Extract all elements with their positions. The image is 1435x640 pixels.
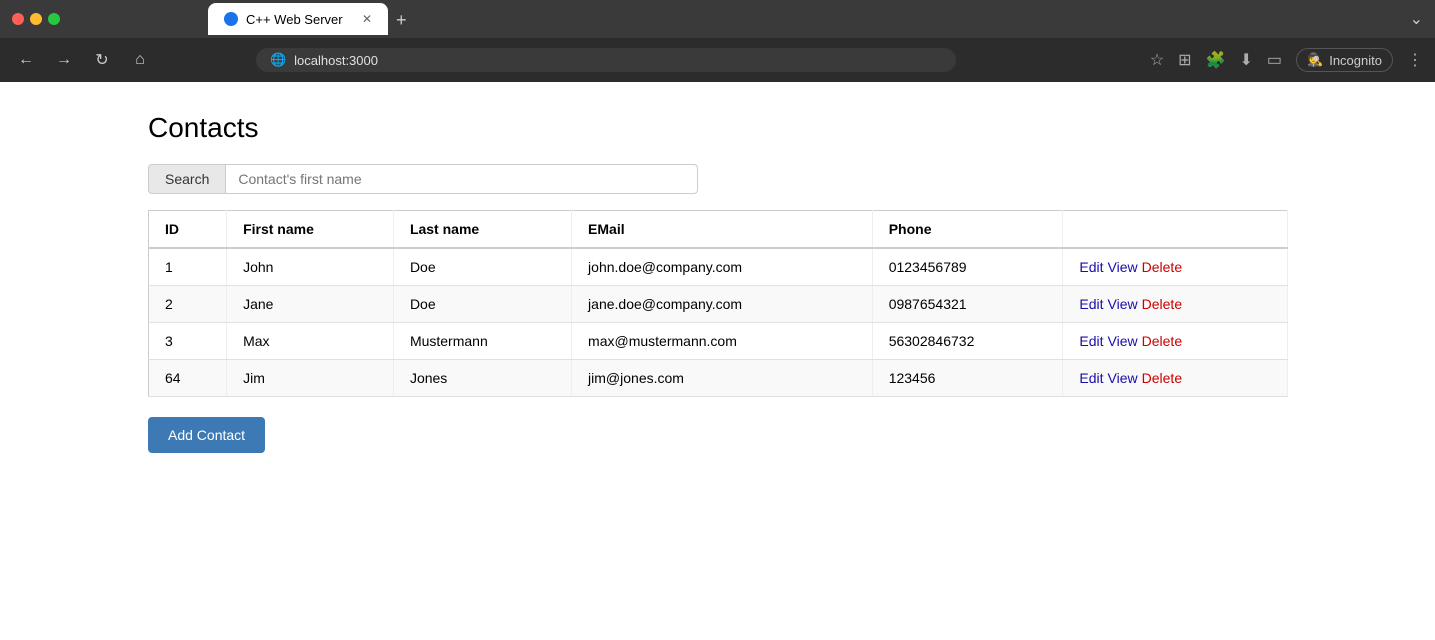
url-display: localhost:3000 [294,53,378,68]
table-row: 1JohnDoejohn.doe@company.com0123456789Ed… [149,248,1288,286]
cell-4: 123456 [872,360,1063,397]
incognito-badge: 🕵 Incognito [1296,48,1393,72]
address-bar[interactable]: 🌐 localhost:3000 [256,48,956,72]
cell-2: Doe [393,286,571,323]
traffic-lights [12,13,60,25]
table-row: 64JimJonesjim@jones.com123456 Edit ViewDel… [149,360,1288,397]
col-header-id: ID [149,211,227,249]
delete-link[interactable]: Delete [1142,333,1182,349]
actions-cell: Edit ViewDelete [1063,286,1288,323]
close-window-button[interactable] [12,13,24,25]
extensions-icon[interactable]: 🧩 [1206,50,1226,70]
col-header-phone: Phone [872,211,1063,249]
browser-titlebar: C++ Web Server ✕ + ⌄ [0,0,1435,38]
cell-0: 64 [149,360,227,397]
download-icon[interactable]: ⬇ [1239,50,1252,70]
back-button[interactable]: ← [12,46,40,74]
cell-3: jim@jones.com [572,360,873,397]
cell-4: 0123456789 [872,248,1063,286]
cell-2: Jones [393,360,571,397]
search-input[interactable] [225,164,698,194]
actions-cell: Edit ViewDelete [1063,360,1288,397]
url-port: :3000 [345,53,378,68]
incognito-label: Incognito [1329,53,1382,68]
delete-link[interactable]: Delete [1142,259,1182,275]
cast-icon[interactable]: ▭ [1267,50,1282,70]
cell-1: John [227,248,394,286]
cell-1: Max [227,323,394,360]
page-content: Contacts Search ID First name Last name … [0,82,1435,640]
tab-favicon [224,12,238,26]
home-button[interactable]: ⌂ [126,46,154,74]
col-header-email: EMail [572,211,873,249]
search-bar: Search [148,164,698,194]
cell-3: max@mustermann.com [572,323,873,360]
incognito-icon: 🕵 [1307,52,1323,68]
edit-link[interactable]: Edit [1079,370,1103,386]
cell-1: Jim [227,360,394,397]
menu-icon[interactable]: ⋮ [1407,50,1423,70]
cell-0: 3 [149,323,227,360]
new-tab-button[interactable]: + [388,6,415,35]
delete-link[interactable]: Delete [1142,296,1182,312]
grid-icon[interactable]: ⊞ [1178,50,1191,70]
view-link[interactable]: View [1108,259,1138,275]
toolbar-icons: ☆ ⊞ 🧩 ⬇ ▭ 🕵 Incognito ⋮ [1150,48,1423,72]
edit-link[interactable]: Edit [1079,259,1103,275]
tab-close-button[interactable]: ✕ [362,12,372,26]
active-tab[interactable]: C++ Web Server ✕ [208,3,388,35]
browser-chrome: C++ Web Server ✕ + ⌄ ← → ↻ ⌂ 🌐 localhost… [0,0,1435,82]
cell-0: 1 [149,248,227,286]
delete-link[interactable]: Delete [1142,370,1182,386]
edit-link[interactable]: Edit [1079,333,1103,349]
maximize-window-button[interactable] [48,13,60,25]
page-title: Contacts [148,112,1287,144]
forward-button[interactable]: → [50,46,78,74]
cell-3: jane.doe@company.com [572,286,873,323]
cell-3: john.doe@company.com [572,248,873,286]
address-bar-row: ← → ↻ ⌂ 🌐 localhost:3000 ☆ ⊞ 🧩 ⬇ ▭ 🕵 Inc… [0,38,1435,82]
col-header-firstname: First name [227,211,394,249]
actions-cell: Edit ViewDelete [1063,248,1288,286]
bookmark-icon[interactable]: ☆ [1150,50,1164,70]
cell-4: 56302846732 [872,323,1063,360]
reload-button[interactable]: ↻ [88,46,116,74]
view-link[interactable]: View [1108,296,1138,312]
minimize-window-button[interactable] [30,13,42,25]
contacts-table: ID First name Last name EMail Phone 1Joh… [148,210,1288,397]
cell-2: Doe [393,248,571,286]
add-contact-button[interactable]: Add Contact [148,417,265,453]
search-button[interactable]: Search [148,164,225,194]
url-host: localhost [294,53,345,68]
tab-strip-controls[interactable]: ⌄ [1410,9,1423,29]
table-row: 2JaneDoejane.doe@company.com0987654321Ed… [149,286,1288,323]
cell-4: 0987654321 [872,286,1063,323]
tab-title: C++ Web Server [246,12,343,27]
table-header-row: ID First name Last name EMail Phone [149,211,1288,249]
actions-cell: Edit ViewDelete [1063,323,1288,360]
cell-0: 2 [149,286,227,323]
edit-link[interactable]: Edit [1079,296,1103,312]
cell-1: Jane [227,286,394,323]
tab-bar: C++ Web Server ✕ + [128,3,1402,35]
table-row: 3MaxMustermannmax@mustermann.com56302846… [149,323,1288,360]
security-icon: 🌐 [270,52,286,68]
col-header-lastname: Last name [393,211,571,249]
view-link[interactable]: View [1108,370,1138,386]
cell-2: Mustermann [393,323,571,360]
col-header-actions [1063,211,1288,249]
view-link[interactable]: View [1108,333,1138,349]
